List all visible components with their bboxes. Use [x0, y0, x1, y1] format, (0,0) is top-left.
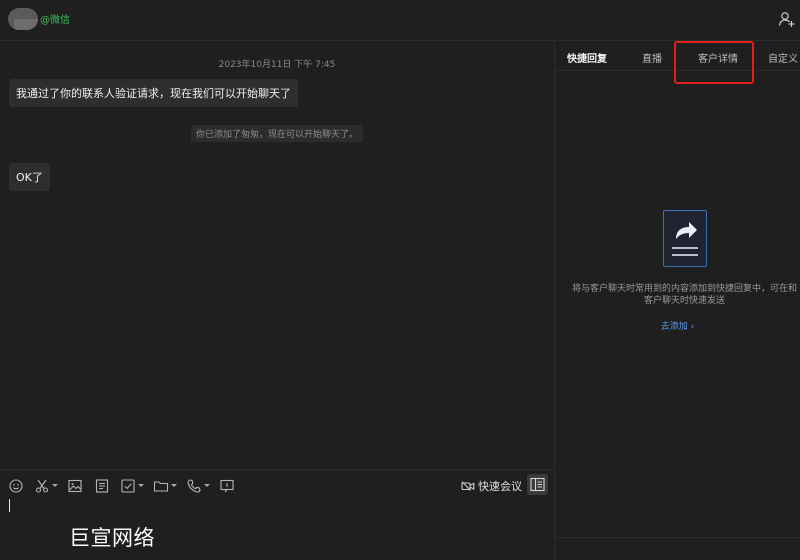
contact-source-label: @微信 [40, 15, 70, 26]
contact-avatar[interactable] [8, 8, 38, 30]
folder-icon[interactable] [153, 478, 169, 494]
tab-live[interactable]: 直播 [642, 50, 662, 65]
add-quick-reply-link[interactable]: 去添加 › [555, 319, 800, 332]
watermark-text: 巨宣网络 [69, 526, 155, 550]
chat-header: @微信 [0, 0, 800, 41]
quick-reply-panel: 快捷回复 直播 客户详情 自定义 将与客户聊天时常用到的内容添加到快捷回复中，可… [555, 41, 800, 560]
checkbox-icon[interactable] [120, 478, 136, 494]
screen-share-icon[interactable] [219, 478, 235, 494]
tab-highlight-box [674, 41, 754, 84]
phone-icon[interactable] [186, 478, 202, 494]
input-toolbar: 快速会议 [0, 469, 554, 501]
message-bubble[interactable]: OK了 [9, 163, 50, 191]
tab-quick-reply[interactable]: 快捷回复 [567, 50, 607, 65]
message-timestamp: 2023年10月11日 下午 7:45 [218, 60, 336, 70]
message-bubble[interactable]: 我通过了你的联系人验证请求，现在我们可以开始聊天了 [9, 79, 298, 107]
tab-custom[interactable]: 自定义 [768, 50, 798, 65]
text-input-caret[interactable] [9, 499, 10, 512]
chevron-down-icon[interactable] [138, 484, 144, 487]
side-panel-icon [530, 477, 545, 492]
quick-reply-empty-icon [663, 210, 707, 267]
chevron-right-icon: › [687, 322, 695, 332]
scissors-icon[interactable] [34, 478, 50, 494]
add-link-label: 去添加 [660, 322, 688, 332]
add-contact-icon[interactable] [778, 10, 796, 28]
chevron-down-icon[interactable] [52, 484, 58, 487]
quick-meeting-button[interactable]: 快速会议 [461, 478, 522, 494]
chevron-down-icon[interactable] [171, 484, 177, 487]
chevron-down-icon[interactable] [204, 484, 210, 487]
video-camera-icon [461, 481, 475, 491]
image-icon[interactable] [67, 478, 83, 494]
quick-meeting-label: 快速会议 [478, 480, 522, 493]
side-panel-toggle-button[interactable] [527, 474, 548, 495]
panel-bottom-divider [555, 537, 800, 538]
system-notice: 你已添加了匆匆，现在可以开始聊天了。 [191, 125, 364, 142]
empty-state-text: 将与客户聊天时常用到的内容添加到快捷回复中，可在和客户聊天时快速发送 [571, 284, 797, 306]
message-area[interactable]: 2023年10月11日 下午 7:45 我通过了你的联系人验证请求，现在我们可以… [0, 41, 554, 469]
document-icon[interactable] [94, 478, 110, 494]
emoji-icon[interactable] [8, 478, 24, 494]
